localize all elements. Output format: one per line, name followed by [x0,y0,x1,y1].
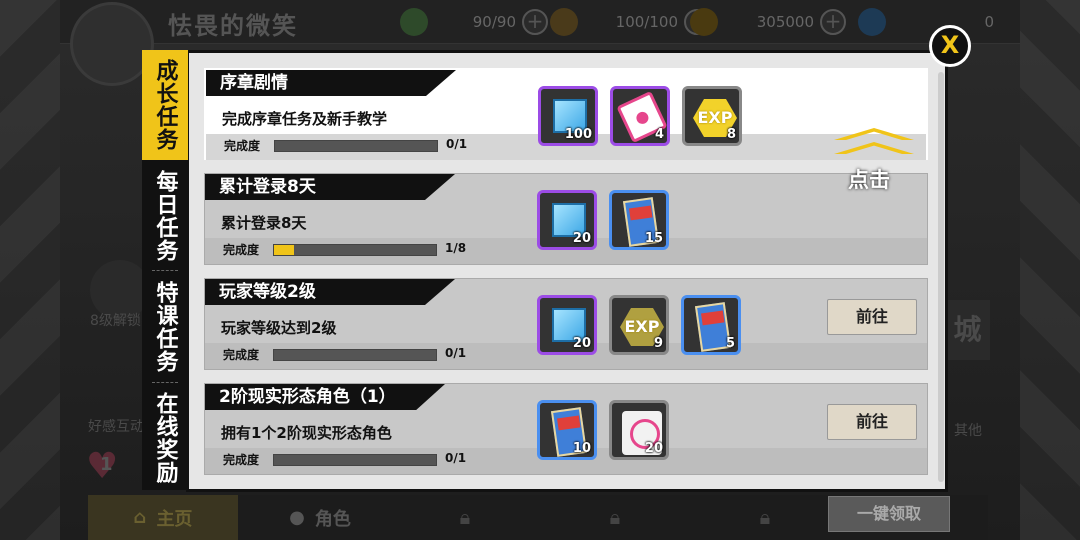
scrollbar[interactable] [938,72,944,482]
go-button[interactable]: 前往 [827,404,917,440]
home-tab[interactable]: ⌂ 主页 [88,495,238,540]
lock-icon: 🔒︎ [759,505,771,529]
reward-qty: 20 [644,441,663,456]
stamina-value: 90/90 [472,13,516,31]
reward-item[interactable]: EXP 8 [682,86,742,146]
reward-item[interactable]: 4 [610,86,670,146]
coin-icon [690,8,718,36]
reward-qty: 20 [572,336,591,351]
task-title: 累计登录8天 [205,174,455,200]
reward-qty: 8 [726,127,736,142]
go-button[interactable]: 前往 [827,299,917,335]
city-button[interactable]: 城 [945,300,990,360]
right-pattern [1020,0,1080,540]
tab-divider [152,270,178,271]
progress-label: 完成度 [223,348,260,362]
task-card: 累计登录8天 累计登录8天 完成度 1/8 20 15 [204,173,928,265]
tap-hint: 点击 [848,168,890,192]
progress-count: 1/8 [445,241,467,255]
gem-resource: 0 [858,8,994,36]
task-description: 累计登录8天 [221,214,307,232]
reward-qty: 20 [572,231,591,246]
person-icon: ● [289,507,305,528]
tab-daily[interactable]: 每日任务 [142,165,188,267]
task-card: 玩家等级2级 玩家等级达到2级 完成度 0/1 20 EXP 9 5 前往 [204,278,928,370]
gold-resource: 305000 + [690,8,846,36]
reward-item[interactable]: 20 [537,190,597,250]
task-card: 2阶现实形态角色（1） 拥有1个2阶现实形态角色 完成度 0/1 10 20 前… [204,383,928,475]
progress-count: 0/1 [445,451,467,465]
progress-bar [273,244,437,256]
leaf-icon [400,8,428,36]
reward-item[interactable]: EXP 9 [609,295,669,355]
battery-icon [550,8,578,36]
reward-item[interactable]: 15 [609,190,669,250]
progress-fill [274,245,295,255]
progress-label: 完成度 [224,139,261,153]
add-gold-button[interactable]: + [820,9,846,35]
stamina-resource: 90/90 + [400,8,548,36]
reward-item[interactable]: 10 [537,400,597,460]
home-tab-label: 主页 [156,508,193,530]
unlock-hint: 8级解锁 [90,313,141,329]
reward-item[interactable]: 20 [537,295,597,355]
gold-value: 305000 [756,13,814,31]
reward-qty: 10 [572,441,591,456]
left-pattern [0,0,60,540]
reward-item[interactable]: 20 [609,400,669,460]
tab-growth[interactable]: 成长任务 [142,50,188,160]
reward-qty: 15 [644,231,663,246]
reward-item[interactable]: 5 [681,295,741,355]
other-button[interactable]: 其他 [948,390,988,440]
add-stamina-button[interactable]: + [522,9,548,35]
task-card: 序章剧情 完成序章任务及新手教学 完成度 0/1 100 4 EXP 8 [204,68,928,160]
heart-value: 1 [100,454,113,475]
task-title: 2阶现实形态角色（1） [205,384,445,410]
tab-special[interactable]: 特课任务 [142,275,188,379]
progress-label: 完成度 [223,453,260,467]
lock-icon: 🔒︎ [459,505,471,529]
progress-bar [273,454,437,466]
progress-label: 完成度 [223,243,260,257]
progress-count: 0/1 [446,137,468,151]
progress-bar [274,140,438,152]
energy-resource: 100/100 + [550,8,710,36]
gem-icon [858,8,886,36]
task-description: 拥有1个2阶现实形态角色 [221,424,392,442]
affinity-label: 好感互动 [88,419,144,435]
tab-online[interactable]: 在线奖励 [142,388,188,488]
task-title: 玩家等级2级 [205,279,455,305]
home-icon: ⌂ [133,507,147,528]
task-title: 序章剧情 [206,70,456,96]
lock-icon: 🔒︎ [609,505,621,529]
player-name: 怯畏的微笑 [168,12,298,40]
task-category-tabs: 成长任务 每日任务 特课任务 在线奖励 [142,50,188,490]
reward-qty: 100 [564,127,592,142]
role-tab-label: 角色 [314,508,351,530]
tab-divider [152,382,178,383]
chevron-up-icon [834,142,914,154]
task-description: 完成序章任务及新手教学 [222,110,388,128]
reward-item[interactable]: 100 [538,86,598,146]
reward-qty: 9 [653,336,663,351]
role-tab[interactable]: ● 角色 [250,495,390,540]
reward-qty: 5 [725,336,735,351]
chevron-up-icon [834,128,914,140]
chevron-up-icon [834,128,914,158]
close-button[interactable]: X [929,25,971,67]
claim-all-button[interactable]: 一键领取 [828,496,950,532]
task-description: 玩家等级达到2级 [221,319,337,337]
progress-bar [273,349,437,361]
progress-count: 0/1 [445,346,467,360]
energy-value: 100/100 [615,13,678,31]
reward-qty: 4 [654,127,664,142]
